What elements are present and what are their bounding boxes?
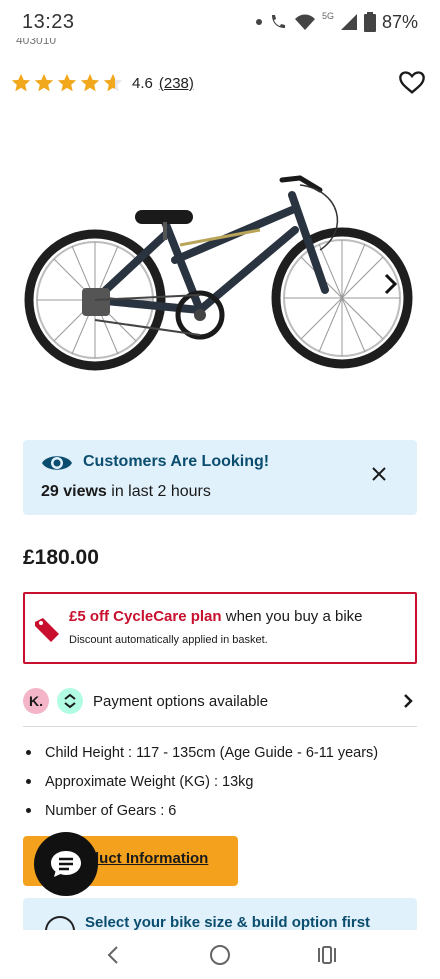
promo-note: Discount automatically applied in basket… <box>69 634 268 646</box>
divider <box>23 726 417 727</box>
image-next-button[interactable] <box>372 262 408 306</box>
close-icon[interactable] <box>369 464 389 484</box>
star-rating <box>10 72 124 94</box>
bullet <box>26 808 31 813</box>
notification-dot-icon <box>255 19 262 25</box>
clearpay-logo-icon <box>57 688 83 714</box>
payment-options-row[interactable]: K. Payment options available <box>23 686 417 716</box>
wifi-icon <box>294 14 315 30</box>
rating-value: 4.6 <box>132 74 153 92</box>
network-type: 5G <box>321 11 334 21</box>
spec-text: Approximate Weight (KG) : 13kg <box>45 773 254 790</box>
customers-looking-banner: Customers Are Looking! 29 views in last … <box>23 440 417 515</box>
signal-icon <box>340 14 357 30</box>
spec-item: Number of Gears : 6 <box>23 796 423 825</box>
star-icon <box>57 73 77 92</box>
promo-headline: £5 off CycleCare plan when you buy a bik… <box>69 608 363 625</box>
product-image[interactable] <box>20 150 420 400</box>
battery-icon <box>363 12 376 32</box>
tag-icon <box>35 618 59 642</box>
cyclecare-promo[interactable]: £5 off CycleCare plan when you buy a bik… <box>23 592 417 664</box>
wifi-call-icon <box>271 15 285 28</box>
bullet <box>26 750 31 755</box>
home-icon <box>209 944 230 965</box>
recents-icon <box>317 945 336 964</box>
chat-icon <box>51 851 81 877</box>
back-button[interactable] <box>99 941 127 969</box>
heart-icon[interactable] <box>398 69 426 97</box>
half-star-icon <box>103 73 123 92</box>
rating-row: 4.6 (238) <box>10 66 430 100</box>
status-icons: 5G 87% <box>255 11 418 33</box>
star-icon <box>34 73 54 92</box>
home-button[interactable] <box>206 941 234 969</box>
product-price: £180.00 <box>23 546 99 569</box>
bullet <box>26 779 31 784</box>
promo-offer: £5 off CycleCare plan <box>69 608 222 625</box>
klarna-logo: K. <box>23 688 49 714</box>
spec-text: Number of Gears : 6 <box>45 802 177 819</box>
spec-item: Child Height : 117 - 135cm (Age Guide - … <box>23 738 423 767</box>
product-code-partial: 403010 <box>16 38 57 47</box>
spec-item: Approximate Weight (KG) : 13kg <box>23 767 423 796</box>
star-icon <box>11 73 31 92</box>
views-text: 29 views in last 2 hours <box>41 483 211 501</box>
review-count-link[interactable]: (238) <box>159 75 194 92</box>
star-icon <box>80 73 100 92</box>
chevron-right-icon <box>384 273 398 295</box>
size-selection-label: Select your bike size & build option fir… <box>85 914 371 931</box>
chat-button[interactable] <box>34 832 98 896</box>
battery-level: 87% <box>381 11 418 32</box>
eye-icon <box>42 456 72 470</box>
recents-button[interactable] <box>313 941 341 969</box>
status-bar: 13:23 5G 87% <box>0 0 440 44</box>
promo-condition: when you buy a bike <box>221 608 363 625</box>
spec-list: Child Height : 117 - 135cm (Age Guide - … <box>23 738 423 825</box>
views-suffix: in last 2 hours <box>106 483 211 500</box>
views-count: 29 views <box>41 483 107 500</box>
back-icon <box>107 945 119 964</box>
payment-options-label: Payment options available <box>93 692 269 710</box>
spec-text: Child Height : 117 - 135cm (Age Guide - … <box>45 744 379 761</box>
banner-title: Customers Are Looking! <box>83 453 270 470</box>
chevron-right-icon <box>404 694 413 708</box>
status-time: 13:23 <box>22 10 75 33</box>
system-nav-bar <box>0 930 440 979</box>
